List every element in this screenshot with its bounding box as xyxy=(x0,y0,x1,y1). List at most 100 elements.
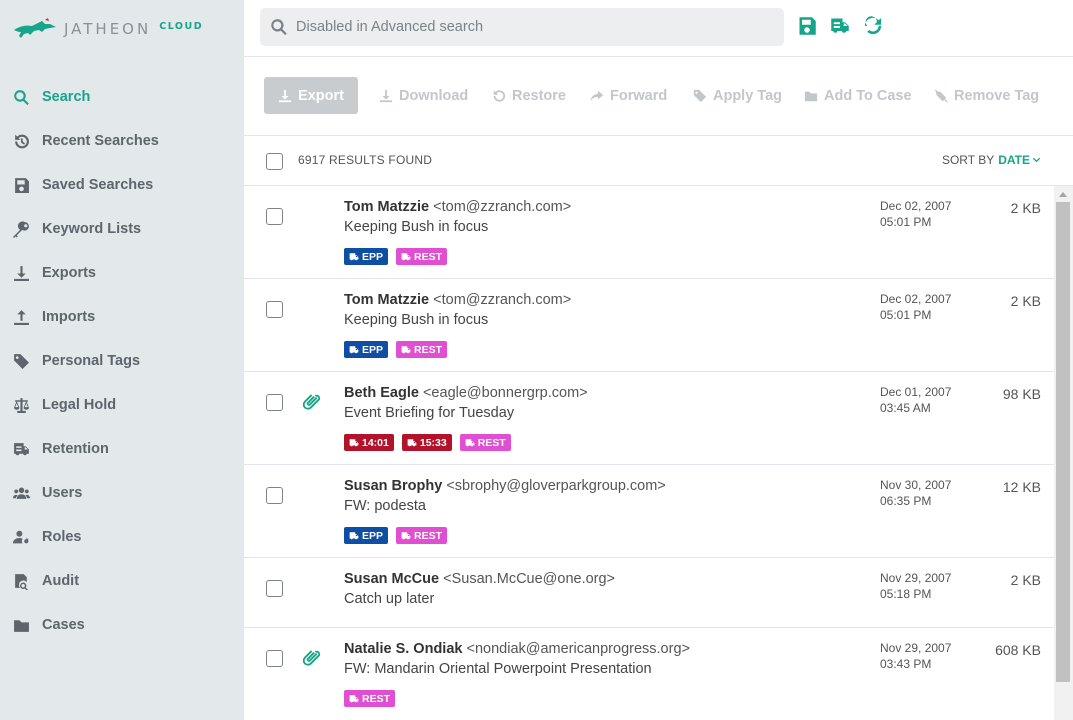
result-row[interactable]: Natalie S. Ondiak <nondiak@americanprogr… xyxy=(244,628,1054,720)
email-size: 12 KB xyxy=(1002,479,1041,495)
tag-badge[interactable]: REST xyxy=(459,434,511,451)
select-all-checkbox[interactable] xyxy=(266,153,283,170)
row-checkbox[interactable] xyxy=(266,301,283,318)
sidebar-item-label: Imports xyxy=(42,309,96,325)
restore-icon xyxy=(493,89,506,102)
tag-icon xyxy=(401,345,414,355)
tag-icon xyxy=(349,252,362,262)
row-checkbox[interactable] xyxy=(266,580,283,597)
retention-search-button[interactable] xyxy=(829,15,850,36)
tag-label: REST xyxy=(414,343,443,356)
tag-badge[interactable]: REST xyxy=(344,690,396,707)
brand-suffix: CLOUD xyxy=(159,20,204,32)
sender-name: Natalie S. Ondiak xyxy=(344,641,463,657)
tag-icon xyxy=(349,438,362,448)
email-time: 03:43 PM xyxy=(880,657,932,671)
result-row[interactable]: Beth Eagle <eagle@bonnergrp.com> Event Br… xyxy=(244,372,1054,465)
attachment-icon xyxy=(302,649,321,667)
sender-name: Tom Matzzie xyxy=(344,199,430,215)
tag-list: EPP REST xyxy=(344,341,448,358)
sender: Susan Brophy <sbrophy@gloverparkgroup.co… xyxy=(344,478,666,494)
sidebar-item-keyword-lists[interactable]: Keyword Lists xyxy=(0,207,244,251)
email-datetime: Nov 30, 2007 06:35 PM xyxy=(880,477,951,509)
tag-badge[interactable]: 14:01 xyxy=(344,434,394,451)
email-subject: Keeping Bush in focus xyxy=(344,312,489,328)
sidebar-item-label: Saved Searches xyxy=(42,177,154,193)
email-date: Dec 02, 2007 xyxy=(880,292,952,306)
result-row[interactable]: Susan Brophy <sbrophy@gloverparkgroup.co… xyxy=(244,465,1054,558)
sender-name: Susan Brophy xyxy=(344,478,443,494)
action-toolbar: Export Download Restore Forward Apply Ta… xyxy=(244,57,1073,136)
scroll-thumb[interactable] xyxy=(1056,202,1070,682)
sidebar-item-label: Exports xyxy=(42,265,96,281)
email-subject: Catch up later xyxy=(344,591,435,607)
tag-badge[interactable]: REST xyxy=(396,341,448,358)
tag-badge[interactable]: EPP xyxy=(344,341,389,358)
row-checkbox[interactable] xyxy=(266,208,283,225)
sort-dropdown[interactable]: DATE xyxy=(998,153,1030,167)
sidebar-item-saved-searches[interactable]: Saved Searches xyxy=(0,163,244,207)
result-row[interactable]: Susan McCue <Susan.McCue@one.org> Catch u… xyxy=(244,558,1054,628)
tag-icon xyxy=(349,694,362,704)
sidebar-item-recent-searches[interactable]: Recent Searches xyxy=(0,119,244,163)
email-date: Nov 30, 2007 xyxy=(880,478,952,492)
tag-badge[interactable]: REST xyxy=(396,527,448,544)
search-input[interactable] xyxy=(296,19,736,35)
sidebar-item-imports[interactable]: Imports xyxy=(0,295,244,339)
chevron-down-icon[interactable] xyxy=(1032,156,1041,165)
download-icon xyxy=(379,89,393,102)
email-size: 98 KB xyxy=(1002,386,1041,402)
remove-tag-button[interactable]: Remove Tag xyxy=(934,77,1039,114)
add-to-case-button[interactable]: Add To Case xyxy=(804,77,912,114)
sidebar-item-legal-hold[interactable]: Legal Hold xyxy=(0,383,244,427)
download-icon xyxy=(12,264,30,282)
sidebar-item-exports[interactable]: Exports xyxy=(0,251,244,295)
sidebar-item-roles[interactable]: Roles xyxy=(0,515,244,559)
sidebar-item-audit[interactable]: Audit xyxy=(0,559,244,603)
scroll-up-arrow[interactable] xyxy=(1059,192,1067,197)
forward-button[interactable]: Forward xyxy=(590,77,667,114)
sidebar-item-retention[interactable]: Retention xyxy=(0,427,244,471)
sender-name: Beth Eagle xyxy=(344,385,419,401)
sidebar-item-cases[interactable]: Cases xyxy=(0,603,244,647)
email-time: 03:45 AM xyxy=(880,401,931,415)
results-scrollbar[interactable] xyxy=(1054,186,1073,720)
restore-button[interactable]: Restore xyxy=(492,77,566,114)
tag-badge[interactable]: EPP xyxy=(344,527,389,544)
sender-name: Tom Matzzie xyxy=(344,292,430,308)
sidebar-item-search[interactable]: Search xyxy=(0,75,244,119)
tag-icon xyxy=(349,531,362,541)
sidebar-item-label: Personal Tags xyxy=(42,353,141,369)
sender-email: <tom@zzranch.com> xyxy=(433,199,572,215)
row-checkbox[interactable] xyxy=(266,650,283,667)
sidebar-item-label: Search xyxy=(42,89,91,105)
sidebar-item-users[interactable]: Users xyxy=(0,471,244,515)
email-subject: FW: Mandarin Oriental Powerpoint Present… xyxy=(344,661,652,677)
email-size: 2 KB xyxy=(1010,200,1041,216)
remove-tag-icon xyxy=(934,88,948,103)
folder-icon xyxy=(12,616,30,634)
tag-badge[interactable]: REST xyxy=(396,248,448,265)
email-datetime: Dec 02, 2007 05:01 PM xyxy=(880,198,951,230)
forward-icon xyxy=(590,90,604,101)
sidebar-item-label: Audit xyxy=(42,573,80,589)
refresh-icon xyxy=(864,15,881,34)
row-checkbox[interactable] xyxy=(266,394,283,411)
upload-icon xyxy=(12,308,30,326)
email-time: 06:35 PM xyxy=(880,494,932,508)
result-row[interactable]: Tom Matzzie <tom@zzranch.com> Keeping Bus… xyxy=(244,279,1054,372)
email-size: 2 KB xyxy=(1010,572,1041,588)
save-search-button[interactable] xyxy=(796,15,817,36)
sidebar-item-personal-tags[interactable]: Personal Tags xyxy=(0,339,244,383)
tag-icon xyxy=(12,352,30,370)
export-button[interactable]: Export xyxy=(264,77,358,114)
refresh-button[interactable] xyxy=(862,15,883,36)
row-checkbox[interactable] xyxy=(266,487,283,504)
tag-badge[interactable]: EPP xyxy=(344,248,389,265)
sidebar-nav: Search Recent Searches Saved Searches Ke… xyxy=(0,75,244,647)
lizard-logo-icon xyxy=(14,18,56,38)
download-button[interactable]: Download xyxy=(379,77,468,114)
tag-badge[interactable]: 15:33 xyxy=(401,434,452,451)
result-row[interactable]: Tom Matzzie <tom@zzranch.com> Keeping Bus… xyxy=(244,186,1054,279)
apply-tag-button[interactable]: Apply Tag xyxy=(693,77,782,114)
